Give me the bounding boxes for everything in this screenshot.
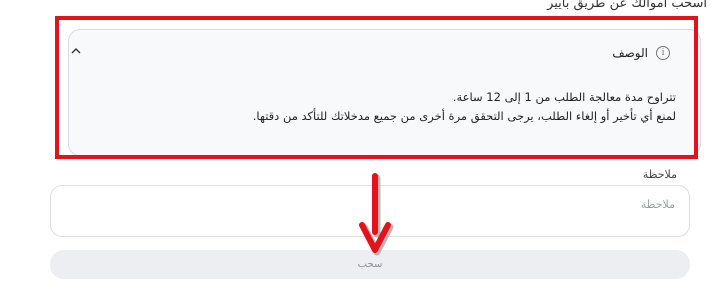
page-title: اسحب أموالك عن طريق بايير bbox=[547, 0, 707, 11]
arrow-annotation bbox=[359, 173, 394, 256]
description-title: الوصف bbox=[612, 46, 648, 60]
description-body: تتراوح مدة معالجة الطلب من 1 إلى 12 ساعة… bbox=[253, 88, 676, 126]
chevron-up-icon[interactable] bbox=[69, 44, 83, 58]
description-card: i الوصف تتراوح مدة معالجة الطلب من 1 إلى… bbox=[68, 29, 701, 156]
description-line-1: تتراوح مدة معالجة الطلب من 1 إلى 12 ساعة… bbox=[452, 90, 676, 104]
note-label: ملاحظة bbox=[642, 168, 677, 181]
info-icon: i bbox=[656, 46, 670, 60]
description-header[interactable]: i الوصف bbox=[612, 43, 670, 63]
description-line-2: لمنع أي تأخير أو إلغاء الطلب، يرجى التحق… bbox=[252, 109, 676, 123]
